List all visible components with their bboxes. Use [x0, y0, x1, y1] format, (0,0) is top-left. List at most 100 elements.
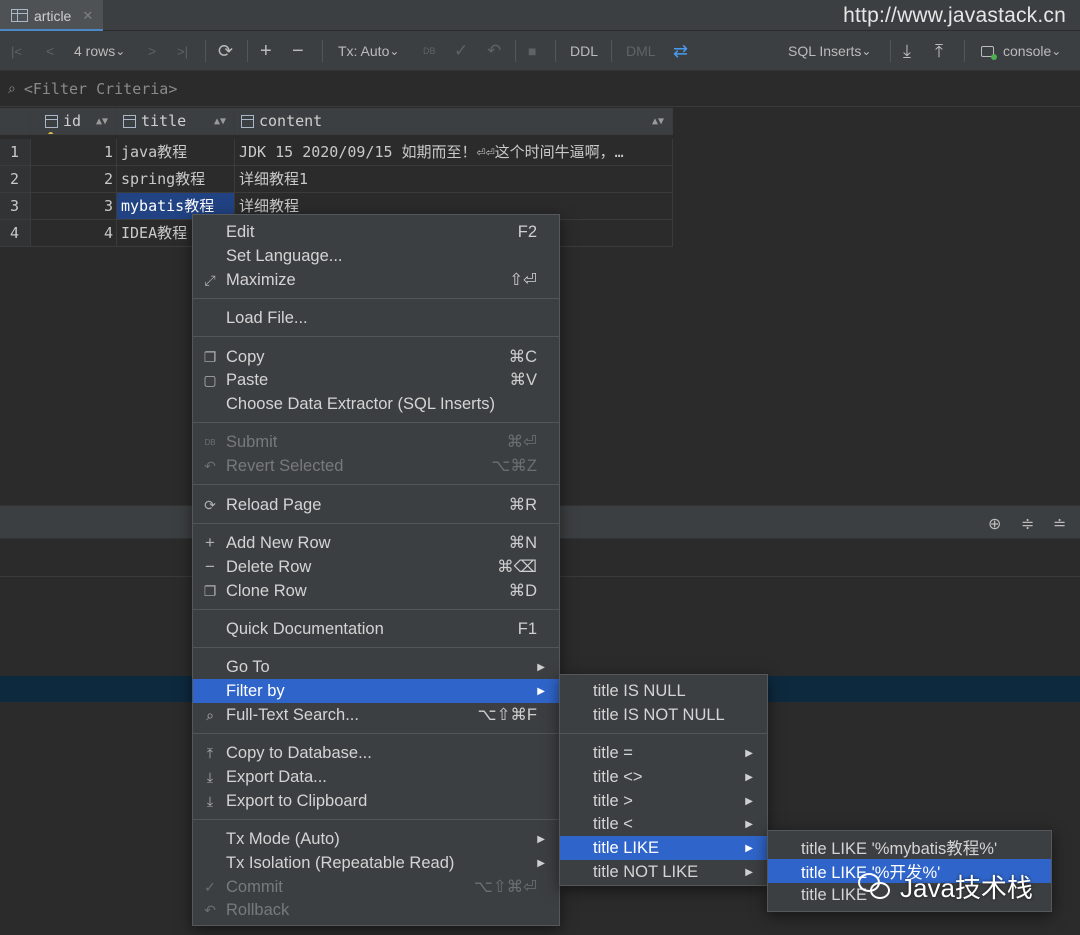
cell-content[interactable]: JDK 15 2020/09/15 如期而至！⏎⏎这个时间牛逼啊，…	[235, 139, 673, 166]
menu-item-full-text-search[interactable]: ⌕ Full-Text Search... ⌥⇧⌘F	[193, 703, 559, 727]
cell-title[interactable]: java教程	[117, 139, 235, 166]
commit-icon[interactable]: ✓	[454, 31, 468, 71]
extractor-dropdown[interactable]: SQL Inserts	[788, 31, 871, 71]
menu-item-clone-row[interactable]: ❐ Clone Row ⌘D	[193, 579, 559, 603]
key-icon: ●	[48, 130, 54, 135]
header-title[interactable]: title ▲▼	[117, 108, 235, 135]
revert-icon: ↶	[204, 901, 216, 918]
first-page-icon[interactable]: |<	[11, 31, 22, 71]
menu-item-delete-row[interactable]: − Delete Row ⌘⌫	[193, 555, 559, 579]
console-dropdown[interactable]: console	[1003, 31, 1061, 71]
sort-icon[interactable]: ▲▼	[214, 108, 226, 134]
submenu-arrow-icon: ▶	[745, 866, 753, 878]
header-id[interactable]: ● id ▲▼	[31, 108, 117, 135]
sort-icon[interactable]: ▲▼	[652, 108, 664, 134]
cell-title[interactable]: spring教程	[117, 166, 235, 193]
filter-not-like[interactable]: title NOT LIKE ▶	[560, 860, 767, 884]
filter-like[interactable]: title LIKE ▶	[560, 836, 767, 860]
stop-icon[interactable]: ■	[528, 31, 536, 71]
filter-placeholder: <Filter Criteria>	[23, 80, 178, 98]
dml-button[interactable]: DML	[626, 31, 656, 71]
filter-greater[interactable]: title > ▶	[560, 789, 767, 813]
menu-item-add-row[interactable]: + Add New Row ⌘N	[193, 531, 559, 555]
menu-separator	[193, 523, 559, 524]
menu-separator	[560, 733, 767, 734]
menu-item-copy-to-database[interactable]: ⤒ Copy to Database...	[193, 741, 559, 765]
next-page-icon[interactable]: >	[148, 31, 156, 71]
menu-item-rollback[interactable]: ↶ Rollback	[193, 898, 559, 922]
menu-item-set-language[interactable]: Set Language...	[193, 244, 559, 268]
filter-not-equals[interactable]: title <> ▶	[560, 765, 767, 789]
cell-id[interactable]: 2	[31, 166, 117, 193]
last-page-icon[interactable]: >|	[177, 31, 188, 71]
like-option-1[interactable]: title LIKE '%mybatis教程%'	[768, 835, 1051, 859]
header-content[interactable]: content ▲▼	[235, 108, 673, 135]
menu-item-revert-selected[interactable]: ↶ Revert Selected ⌥⌘Z	[193, 454, 559, 478]
row-number: 3	[0, 193, 31, 220]
row-number: 2	[0, 166, 31, 193]
filter-equals[interactable]: title = ▶	[560, 741, 767, 765]
menu-separator	[193, 609, 559, 610]
table-row[interactable]: 2 2 spring教程 详细教程1	[0, 166, 673, 193]
submenu-arrow-icon: ▶	[537, 685, 545, 697]
menu-separator	[193, 484, 559, 485]
menu-item-tx-isolation[interactable]: Tx Isolation (Repeatable Read) ▶	[193, 851, 559, 875]
table-row[interactable]: 1 1 java教程 JDK 15 2020/09/15 如期而至！⏎⏎这个时间…	[0, 139, 673, 166]
filter-criteria-field[interactable]: ⌕ <Filter Criteria>	[0, 72, 1080, 107]
reload-icon: ⟳	[204, 496, 216, 513]
menu-item-load-file[interactable]: Load File...	[193, 306, 559, 330]
divider	[247, 40, 248, 62]
menu-item-go-to[interactable]: Go To ▶	[193, 655, 559, 679]
filter-is-not-null[interactable]: title IS NOT NULL	[560, 703, 767, 727]
compare-icon[interactable]: ⇄	[673, 31, 688, 71]
cell-id[interactable]: 1	[31, 139, 117, 166]
delete-row-icon[interactable]: −	[292, 31, 304, 71]
table-icon	[11, 9, 28, 22]
menu-item-choose-extractor[interactable]: Choose Data Extractor (SQL Inserts)	[193, 392, 559, 416]
menu-item-maximize[interactable]: ⤢ Maximize ⇧⏎	[193, 268, 559, 292]
submenu-arrow-icon: ▶	[537, 833, 545, 845]
close-icon[interactable]: ✕	[82, 8, 93, 24]
tx-mode-dropdown[interactable]: Tx: Auto	[338, 31, 399, 71]
menu-item-export-clipboard[interactable]: ⤓ Export to Clipboard	[193, 789, 559, 813]
menu-item-filter-by[interactable]: Filter by ▶	[193, 679, 559, 703]
menu-item-edit[interactable]: Edit F2	[193, 220, 559, 244]
rows-selector[interactable]: 4 rows	[74, 31, 125, 71]
minus-icon: −	[205, 557, 215, 576]
collapse-all-icon[interactable]: ≐	[1053, 514, 1066, 534]
revert-icon[interactable]: ↶	[487, 31, 501, 71]
expand-all-icon[interactable]: ≑	[1021, 514, 1034, 534]
divider	[322, 40, 323, 62]
cell-id[interactable]: 3	[31, 193, 117, 220]
menu-item-commit[interactable]: ✓ Commit ⌥⇧⌘⏎	[193, 875, 559, 899]
menu-item-quick-doc[interactable]: Quick Documentation F1	[193, 617, 559, 641]
menu-item-copy[interactable]: ❐ Copy ⌘C	[193, 345, 559, 369]
menu-item-reload-page[interactable]: ⟳ Reload Page ⌘R	[193, 493, 559, 517]
menu-item-paste[interactable]: ▢ Paste ⌘V	[193, 368, 559, 392]
db-icon[interactable]: DB	[423, 31, 436, 71]
cell-id[interactable]: 4	[31, 220, 117, 247]
target-icon[interactable]: ⊕	[988, 514, 1001, 534]
upload-icon[interactable]: ⤒	[935, 31, 943, 71]
prev-page-icon[interactable]: <	[46, 31, 54, 71]
context-menu: Edit F2 Set Language... ⤢ Maximize ⇧⏎ Lo…	[192, 214, 560, 926]
filter-is-null[interactable]: title IS NULL	[560, 679, 767, 703]
add-row-icon[interactable]: +	[260, 31, 272, 71]
menu-item-tx-mode[interactable]: Tx Mode (Auto) ▶	[193, 827, 559, 851]
download-icon[interactable]: ⤓	[903, 31, 911, 71]
row-number: 1	[0, 139, 31, 166]
revert-icon: ↶	[204, 457, 216, 474]
reload-icon[interactable]: ⟳	[218, 31, 233, 71]
clone-icon: ❐	[203, 582, 217, 599]
sort-icon[interactable]: ▲▼	[96, 108, 108, 134]
cell-content[interactable]: 详细教程1	[235, 166, 673, 193]
menu-item-submit[interactable]: DB Submit ⌘⏎	[193, 430, 559, 454]
ddl-button[interactable]: DDL	[570, 31, 598, 71]
tab-article[interactable]: article ✕	[0, 0, 103, 31]
menu-item-export-data[interactable]: ⤓ Export Data...	[193, 765, 559, 789]
submenu-arrow-icon: ▶	[745, 747, 753, 759]
header-corner	[0, 108, 31, 135]
filter-less[interactable]: title < ▶	[560, 812, 767, 836]
row-number: 4	[0, 220, 31, 247]
filter-search-icon: ⌕	[8, 81, 16, 97]
